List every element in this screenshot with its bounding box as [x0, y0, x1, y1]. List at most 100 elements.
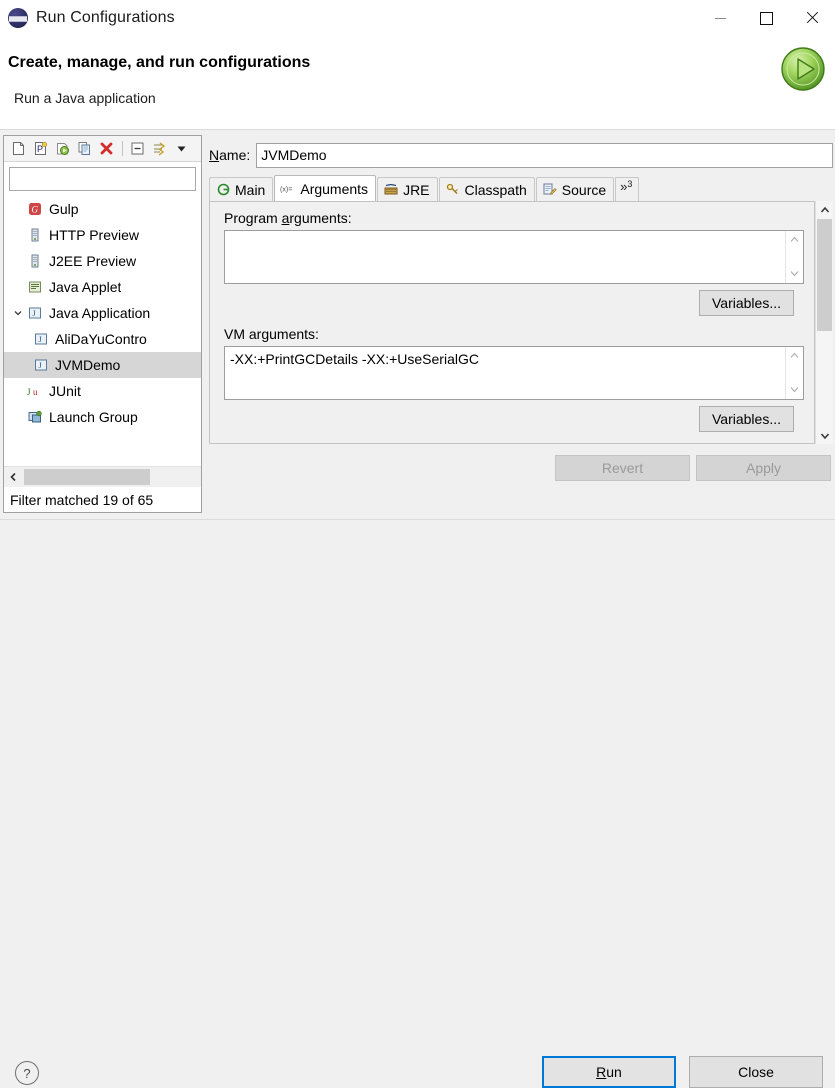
- close-button-footer[interactable]: Close: [689, 1056, 823, 1088]
- window-titlebar: Run Configurations: [0, 0, 835, 36]
- tree-item-java-application[interactable]: J Java Application: [4, 300, 201, 326]
- svg-text:J: J: [39, 361, 42, 370]
- twisty-expanded-icon[interactable]: [10, 305, 26, 321]
- footer-buttons: Run Close: [529, 1056, 823, 1088]
- chevron-up-icon[interactable]: [790, 234, 799, 246]
- program-arguments-label: Program arguments:: [224, 210, 352, 226]
- minimize-button[interactable]: [697, 0, 743, 36]
- run-button-label: Run: [596, 1064, 622, 1080]
- delete-icon[interactable]: [96, 139, 116, 159]
- help-question-icon[interactable]: ?: [15, 1061, 39, 1085]
- vm-arguments-input[interactable]: -XX:+PrintGCDetails -XX:+UseSerialGC: [225, 347, 783, 399]
- program-arguments-scrollbar[interactable]: [785, 231, 803, 283]
- tree-item-gulp[interactable]: G Gulp: [4, 196, 201, 222]
- vm-variables-button[interactable]: Variables...: [699, 406, 794, 432]
- tree-item-java-applet[interactable]: Java Applet: [4, 274, 201, 300]
- java-application-icon: J: [32, 331, 50, 347]
- java-application-icon: J: [32, 357, 50, 373]
- tab-label: Source: [561, 181, 607, 198]
- collapse-all-icon[interactable]: [127, 139, 147, 159]
- filter-input-wrapper[interactable]: [9, 167, 196, 191]
- tree-hscroll-thumb[interactable]: [24, 469, 150, 485]
- chevron-down-icon[interactable]: [790, 384, 799, 396]
- tree-item-alidayucontro[interactable]: J AliDaYuContro: [4, 326, 201, 352]
- name-input-wrapper[interactable]: [256, 142, 833, 168]
- chevron-up-icon[interactable]: [790, 350, 799, 362]
- configuration-tab-bar: Main (x)= Arguments JRE Classpath Source…: [209, 175, 833, 201]
- dialog-header: Create, manage, and run configurations R…: [0, 36, 835, 130]
- tab-label: Main: [235, 181, 266, 198]
- run-button[interactable]: Run: [542, 1056, 676, 1088]
- name-input[interactable]: [257, 143, 832, 167]
- tree-item-http-preview[interactable]: HTTP Preview: [4, 222, 201, 248]
- tree-item-j2ee-preview[interactable]: J2EE Preview: [4, 248, 201, 274]
- apply-button[interactable]: Apply: [696, 455, 831, 481]
- scroll-down-arrow[interactable]: [816, 427, 833, 444]
- configuration-editor-panel: Name: Main (x)= Arguments: [205, 135, 833, 513]
- tab-overflow-button[interactable]: » 3: [615, 177, 640, 201]
- tab-label: Classpath: [464, 181, 527, 198]
- program-variables-row: Variables...: [224, 284, 804, 316]
- chevron-left-icon[interactable]: [4, 468, 22, 486]
- export-launch-configuration-icon[interactable]: [52, 139, 72, 159]
- svg-text:(x)=: (x)=: [280, 185, 292, 193]
- vm-arguments-box[interactable]: -XX:+PrintGCDetails -XX:+UseSerialGC: [224, 346, 804, 400]
- svg-text:P: P: [37, 144, 43, 154]
- arguments-panel-scrollbar[interactable]: [815, 201, 833, 444]
- revert-button[interactable]: Revert: [555, 455, 690, 481]
- launch-configuration-tree-panel: P G Gulp HTTP Preview J2EE Preview Java …: [3, 135, 202, 513]
- filter-input[interactable]: [10, 168, 195, 190]
- filter-launch-configurations-icon[interactable]: [149, 139, 169, 159]
- tree-item-label: Gulp: [49, 201, 79, 217]
- tab-jre[interactable]: JRE: [377, 177, 438, 201]
- tree-horizontal-scrollbar[interactable]: [4, 466, 201, 487]
- new-prototype-icon[interactable]: P: [30, 139, 50, 159]
- tree-item-label: Java Applet: [49, 279, 122, 295]
- launch-configuration-tree[interactable]: G Gulp HTTP Preview J2EE Preview Java Ap…: [4, 196, 201, 444]
- tree-item-label: Launch Group: [49, 409, 138, 425]
- junit-icon: Ju: [26, 383, 44, 399]
- duplicate-icon[interactable]: [74, 139, 94, 159]
- window-title: Run Configurations: [36, 9, 175, 26]
- close-icon: [805, 11, 819, 25]
- tree-item-junit[interactable]: Ju JUnit: [4, 378, 201, 404]
- tree-hscroll-track[interactable]: [22, 468, 201, 486]
- green-run-play-icon: [781, 47, 825, 91]
- toolbar-separator: [122, 141, 123, 156]
- name-row: Name:: [209, 141, 833, 169]
- page-subtitle: Run a Java application: [14, 90, 156, 106]
- tab-source[interactable]: Source: [535, 177, 615, 201]
- tree-toolbar: P: [4, 136, 201, 162]
- chevron-down-icon[interactable]: [790, 268, 799, 280]
- name-label: Name:: [209, 147, 251, 163]
- jre-tab-icon: [383, 183, 399, 197]
- java-application-icon: J: [26, 305, 44, 321]
- source-tab-icon: [542, 183, 558, 197]
- launch-group-icon: [26, 409, 44, 425]
- tab-classpath[interactable]: Classpath: [438, 177, 535, 201]
- tree-item-label: JVMDemo: [55, 357, 121, 373]
- vm-arguments-scrollbar[interactable]: [785, 347, 803, 399]
- server-icon: [26, 227, 44, 243]
- tree-item-jvmdemo[interactable]: J JVMDemo: [4, 352, 201, 378]
- program-variables-button[interactable]: Variables...: [699, 290, 794, 316]
- tab-main[interactable]: Main: [209, 177, 274, 201]
- maximize-button[interactable]: [743, 0, 789, 36]
- arguments-scroll-thumb[interactable]: [817, 219, 832, 331]
- arguments-tab-content: Program arguments: Variables... VM argum…: [209, 201, 815, 444]
- view-menu-chevron-icon[interactable]: [171, 139, 191, 159]
- filter-status-text: Filter matched 19 of 65: [4, 487, 201, 512]
- new-launch-configuration-icon[interactable]: [8, 139, 28, 159]
- program-arguments-box[interactable]: [224, 230, 804, 284]
- vm-arguments-label: VM arguments:: [224, 326, 319, 342]
- window-controls: [697, 0, 835, 36]
- svg-text:u: u: [33, 387, 38, 397]
- vm-arguments-group: VM arguments: -XX:+PrintGCDetails -XX:+U…: [210, 316, 814, 432]
- tab-arguments[interactable]: (x)= Arguments: [274, 175, 377, 201]
- scroll-up-arrow[interactable]: [816, 201, 833, 218]
- program-arguments-input[interactable]: [225, 231, 783, 283]
- dialog-footer: ? Run Close: [0, 520, 835, 1088]
- program-arguments-group: Program arguments: Variables...: [210, 202, 814, 316]
- tree-item-launch-group[interactable]: Launch Group: [4, 404, 201, 430]
- close-button[interactable]: [789, 0, 835, 36]
